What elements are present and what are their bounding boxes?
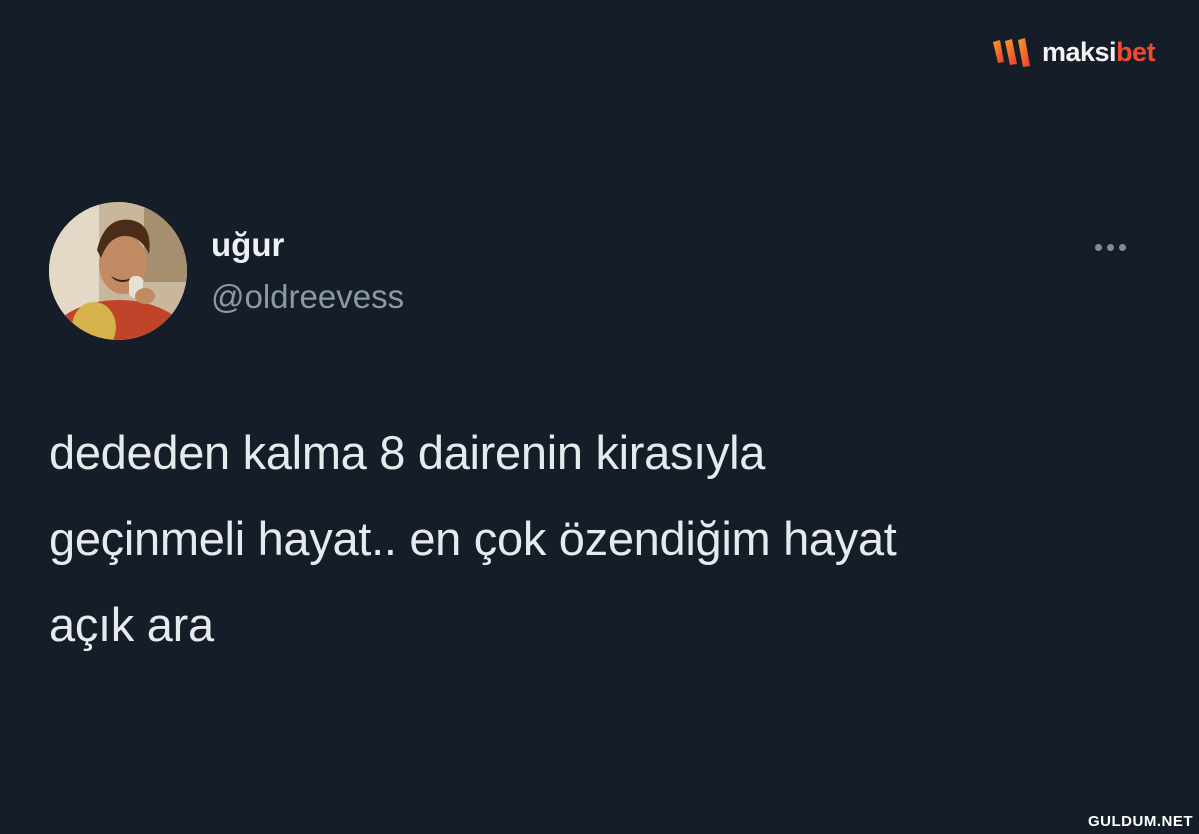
maksibet-wordmark: maksibet xyxy=(1042,36,1156,67)
site-credit-watermark: GULDUM.NET xyxy=(1088,813,1193,830)
wordmark-part-2: bet xyxy=(1116,36,1156,67)
more-horizontal-icon xyxy=(1094,243,1102,251)
tweet-text-line: geçinmeli hayat.. en çok özendiğim hayat xyxy=(49,512,897,565)
display-name[interactable]: uğur xyxy=(211,228,284,261)
tweet-text-line: dededen kalma 8 dairenin kirasıyla xyxy=(49,426,766,479)
profile-photo xyxy=(49,202,187,340)
more-horizontal-icon-dot xyxy=(1118,243,1126,251)
tweet-header: uğur @oldreevess xyxy=(49,202,1139,342)
avatar[interactable] xyxy=(49,202,187,340)
maksibet-watermark: maksibet xyxy=(990,36,1156,68)
maksibet-logo-icon xyxy=(993,38,1030,67)
tweet-text-line: açık ara xyxy=(49,598,214,651)
more-options-button[interactable] xyxy=(1087,236,1133,258)
wordmark-part-1: maksi xyxy=(1042,36,1117,67)
more-horizontal-icon-dot xyxy=(1106,243,1114,251)
user-handle[interactable]: @oldreevess xyxy=(211,280,404,313)
tweet-text: dededen kalma 8 dairenin kirasıyla geçin… xyxy=(49,410,1149,668)
